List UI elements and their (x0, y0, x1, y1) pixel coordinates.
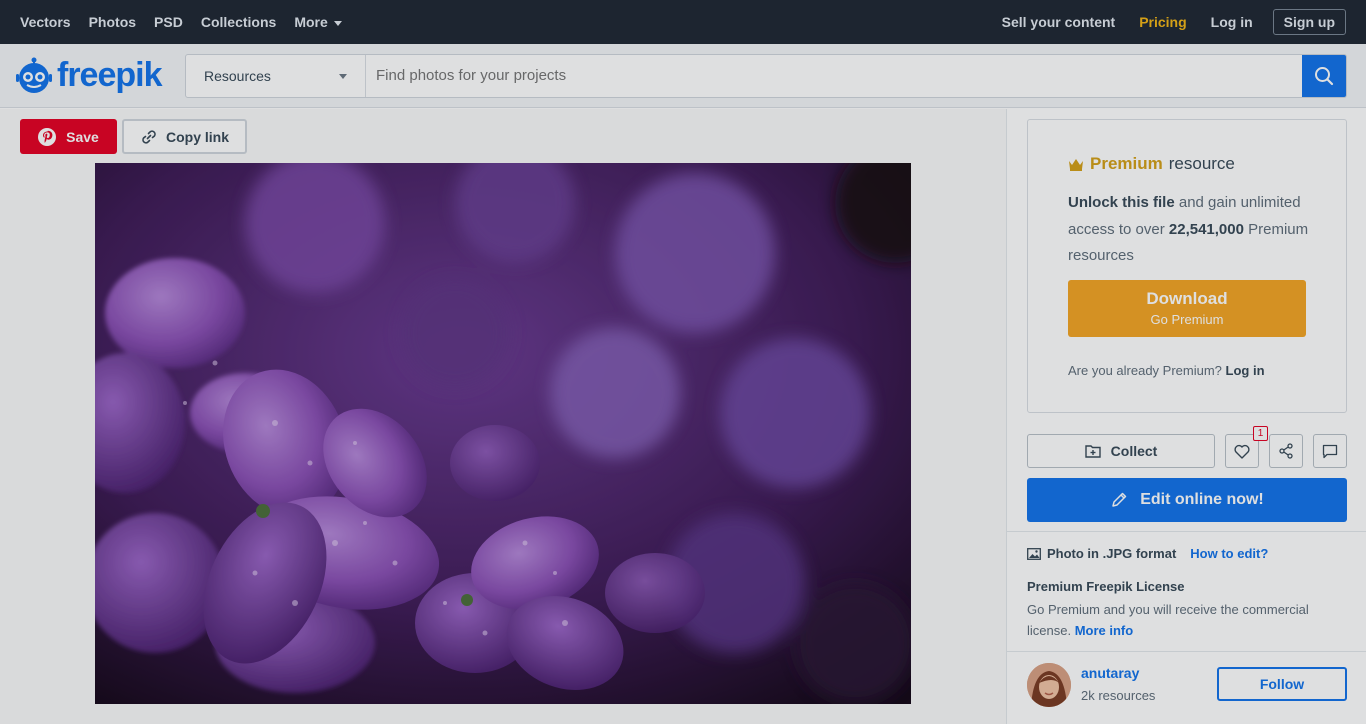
chevron-down-icon (333, 20, 342, 26)
logo-text: freepik (57, 56, 162, 94)
search-input[interactable] (366, 54, 1302, 97)
download-label: Download (1146, 289, 1228, 308)
already-premium: Are you already Premium? Log in (1068, 363, 1265, 378)
follow-button[interactable]: Follow (1217, 667, 1347, 701)
share-icon (1279, 443, 1293, 459)
divider (1007, 531, 1366, 532)
divider (1007, 651, 1366, 652)
copy-link-label: Copy link (165, 128, 229, 145)
resource-type-label: Resources (204, 67, 271, 84)
save-label: Save (66, 128, 99, 145)
chevron-down-icon (339, 73, 347, 79)
heart-icon (1234, 444, 1250, 459)
crown-icon (1069, 159, 1083, 171)
nav-more-label: More (294, 14, 328, 30)
resource-count: 22,541,000 (1168, 220, 1244, 238)
license-description: Go Premium and you will receive the comm… (1027, 602, 1309, 638)
avatar[interactable] (1027, 663, 1071, 707)
comment-icon (1322, 444, 1338, 458)
download-button[interactable]: Download Go Premium (1068, 280, 1306, 337)
premium-label: Premium (1090, 154, 1163, 173)
link-icon (142, 129, 156, 144)
more-info-link[interactable]: More info (1075, 623, 1134, 638)
resource-type-select[interactable]: Resources (186, 54, 366, 97)
top-nav-left: Vectors Photos PSD Collections More (20, 14, 360, 30)
signup-button[interactable]: Sign up (1272, 9, 1346, 35)
unlock-text: Unlock this file and gain unlimited acce… (1068, 190, 1318, 270)
how-to-edit-link[interactable]: How to edit? (1190, 546, 1268, 561)
copy-link-button[interactable]: Copy link (122, 119, 247, 154)
premium-title: Premium resource (1068, 154, 1235, 174)
login-link[interactable]: Log in (1211, 14, 1253, 30)
collect-button[interactable]: Collect (1027, 434, 1215, 468)
download-sublabel: Go Premium (1150, 312, 1224, 327)
pinterest-icon (38, 127, 57, 146)
image-preview-area: Save Copy link (0, 109, 1006, 724)
premium-login-link[interactable]: Log in (1226, 363, 1265, 378)
pencil-icon (1112, 492, 1127, 507)
nav-psd[interactable]: PSD (154, 14, 183, 30)
freepik-robot-icon (16, 57, 52, 93)
license-title: Premium Freepik License (1027, 579, 1185, 594)
logo[interactable]: freepik (15, 56, 185, 95)
top-nav: Vectors Photos PSD Collections More Sell… (0, 0, 1366, 44)
top-nav-right: Sell your content Pricing Log in Sign up (978, 9, 1346, 35)
edit-online-label: Edit online now! (1140, 491, 1264, 508)
lilac-flower-photo (95, 163, 911, 704)
comment-button[interactable] (1313, 434, 1347, 468)
like-count-badge: 1 (1253, 426, 1268, 441)
collect-label: Collect (1110, 443, 1158, 459)
file-format: Photo in .JPG format How to edit? (1027, 546, 1268, 561)
author-avatar-image (1027, 663, 1071, 707)
resource-sidebar: Premium resource Unlock this file and ga… (1006, 109, 1366, 724)
image-icon (1027, 547, 1041, 560)
nav-photos[interactable]: Photos (89, 14, 136, 30)
search-button[interactable] (1302, 54, 1346, 97)
share-button[interactable] (1269, 434, 1303, 468)
pinterest-save-button[interactable]: Save (20, 119, 117, 154)
sell-content-link[interactable]: Sell your content (1002, 14, 1116, 30)
resource-label: resource (1168, 154, 1235, 173)
nav-collections[interactable]: Collections (201, 14, 276, 30)
search-icon (1315, 66, 1334, 85)
premium-card: Premium resource Unlock this file and ga… (1027, 119, 1347, 413)
already-premium-text: Are you already Premium? (1068, 363, 1222, 378)
author-name[interactable]: anutaray (1081, 665, 1139, 681)
license-text: Go Premium and you will receive the comm… (1027, 599, 1327, 641)
author-resource-count: 2k resources (1081, 688, 1156, 703)
header: freepik Resources (0, 44, 1366, 108)
search-bar: Resources (185, 53, 1347, 98)
folder-add-icon (1084, 445, 1101, 458)
edit-online-button[interactable]: Edit online now! (1027, 478, 1347, 522)
unlock-bold: Unlock this file (1068, 194, 1175, 211)
format-label: Photo in .JPG format (1047, 546, 1177, 561)
pricing-link[interactable]: Pricing (1139, 14, 1186, 30)
photo-image (95, 163, 911, 704)
nav-more[interactable]: More (294, 14, 342, 30)
nav-vectors[interactable]: Vectors (20, 14, 71, 30)
